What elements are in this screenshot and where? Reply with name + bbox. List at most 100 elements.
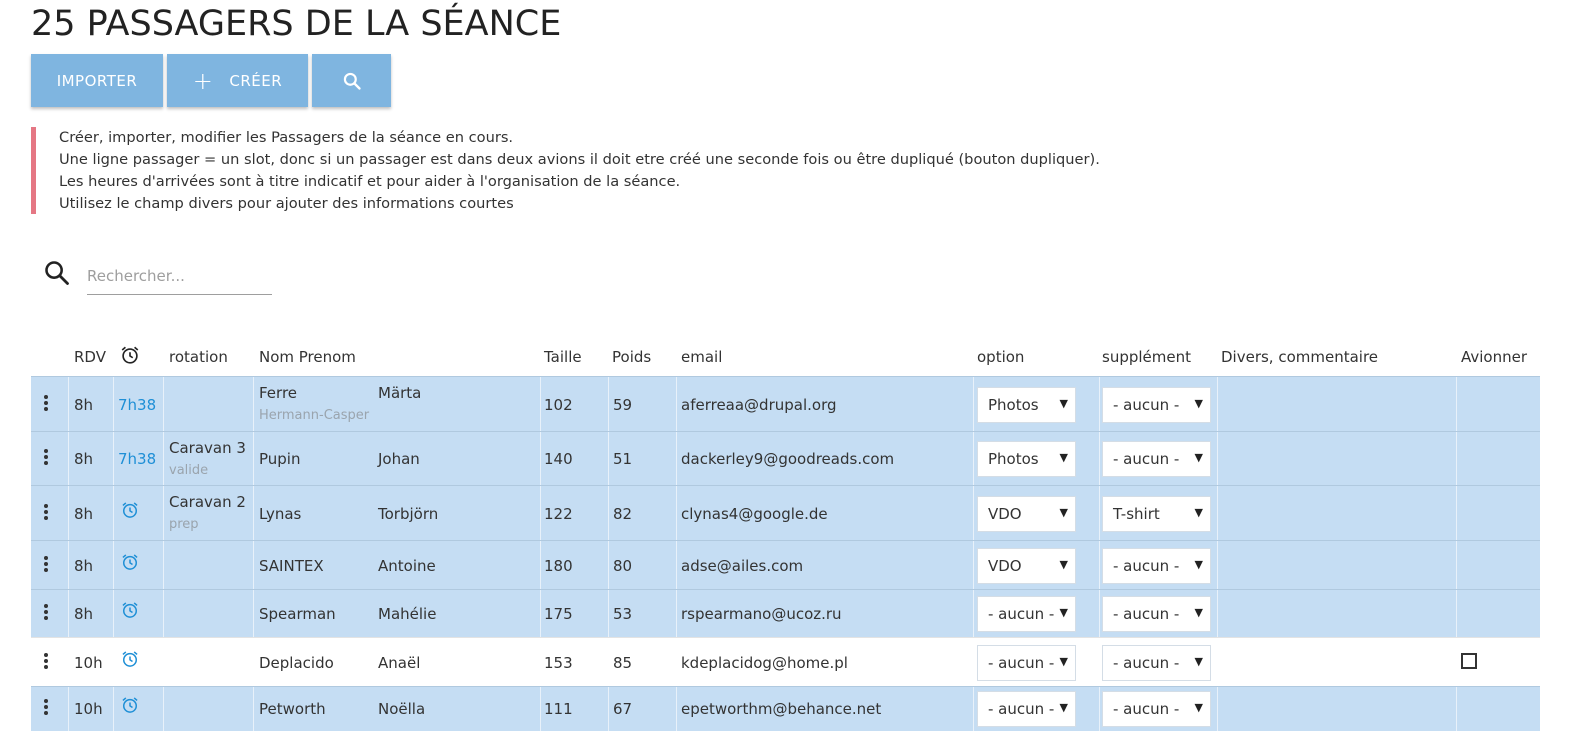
header-supplement[interactable]: supplément: [1102, 348, 1191, 366]
supplement-select[interactable]: - aucun - ▼: [1102, 386, 1211, 423]
alarm-clock-icon[interactable]: [120, 600, 140, 624]
column-separator: [253, 377, 254, 432]
dropdown-arrow-icon: ▼: [1194, 396, 1203, 410]
rotation-cell[interactable]: Caravan 2: [169, 493, 246, 511]
header-email[interactable]: email: [681, 348, 722, 366]
table-row[interactable]: 10h Deplacido Anaël 153 85 kdeplacidog@home.p…: [31, 637, 1540, 687]
column-separator: [676, 590, 677, 638]
supplement-select[interactable]: - aucun - ▼: [1102, 691, 1211, 727]
table-row[interactable]: 8h SAINTEX Antoine 180 80 adse@ailes.com VDO ▼ -…: [31, 540, 1540, 590]
last-name-cell: Ferre: [259, 384, 298, 402]
table-row[interactable]: 8h Spearman Mahélie 175 53 rspearmano@ucoz.ru…: [31, 589, 1540, 638]
header-poids[interactable]: Poids: [612, 348, 651, 366]
table-row[interactable]: 8h 7h38 Caravan 3 valide Pupin Johan 140 51 dack…: [31, 431, 1540, 486]
alarm-clock-icon: [121, 346, 139, 364]
column-separator: [973, 687, 974, 731]
column-separator: [1099, 590, 1100, 638]
column-separator: [1217, 541, 1218, 590]
dropdown-arrow-icon: ▼: [1194, 557, 1203, 571]
column-separator: [1217, 687, 1218, 731]
email-cell: dackerley9@goodreads.com: [681, 450, 895, 468]
search-input[interactable]: [87, 258, 272, 295]
first-name-cell: Anaël: [378, 653, 421, 672]
height-cell: 111: [544, 700, 573, 718]
import-label: IMPORTER: [56, 71, 138, 90]
rdv-cell: 10h: [74, 700, 103, 718]
header-divers[interactable]: Divers, commentaire: [1221, 348, 1378, 366]
row-menu-icon[interactable]: [44, 394, 50, 413]
row-menu-icon[interactable]: [44, 699, 50, 717]
alarm-clock-icon[interactable]: [120, 649, 140, 673]
column-separator: [163, 432, 164, 486]
supplement-select[interactable]: - aucun - ▼: [1102, 596, 1211, 632]
column-separator: [163, 687, 164, 731]
column-separator: [253, 486, 254, 541]
column-separator: [608, 590, 609, 638]
column-separator: [1217, 377, 1218, 432]
option-select[interactable]: VDO ▼: [977, 495, 1076, 532]
alarm-clock-icon[interactable]: [120, 695, 140, 719]
row-menu-icon[interactable]: [44, 449, 50, 467]
email-cell: adse@ailes.com: [681, 556, 804, 575]
column-separator: [608, 541, 609, 590]
option-select[interactable]: - aucun - ▼: [977, 596, 1076, 632]
create-label: CRÉER: [229, 71, 283, 90]
header-rotation[interactable]: rotation: [169, 348, 228, 366]
option-select[interactable]: - aucun - ▼: [977, 644, 1076, 681]
option-select[interactable]: - aucun - ▼: [977, 691, 1076, 727]
supplement-select[interactable]: - aucun - ▼: [1102, 547, 1211, 584]
info-line: Une ligne passager = un slot, donc si un…: [59, 151, 1100, 168]
column-separator: [973, 638, 974, 687]
row-menu-icon[interactable]: [44, 652, 50, 671]
supplement-select-value: - aucun -: [1113, 450, 1180, 468]
header-nom-prenom[interactable]: Nom Prenom: [259, 348, 356, 366]
arrival-time-link[interactable]: 7h38: [118, 450, 156, 468]
column-separator: [1099, 541, 1100, 590]
alarm-clock-icon[interactable]: [120, 552, 140, 576]
height-cell: 122: [544, 504, 573, 523]
arrival-time-link[interactable]: 7h38: [118, 396, 156, 414]
dropdown-arrow-icon: ▼: [1059, 701, 1068, 714]
supplement-select[interactable]: T-shirt ▼: [1102, 495, 1211, 532]
header-option[interactable]: option: [977, 348, 1024, 366]
import-button[interactable]: IMPORTER: [31, 54, 163, 107]
last-name-cell: Lynas: [259, 504, 302, 523]
dropdown-arrow-icon: ▼: [1059, 451, 1068, 464]
weight-cell: 85: [613, 653, 633, 672]
header-rdv[interactable]: RDV: [74, 348, 106, 366]
alarm-clock-icon[interactable]: [120, 500, 140, 524]
dropdown-arrow-icon: ▼: [1059, 505, 1068, 519]
supplement-select[interactable]: - aucun - ▼: [1102, 441, 1211, 477]
column-separator: [113, 590, 114, 638]
rdv-cell: 8h: [74, 605, 94, 623]
dropdown-arrow-icon: ▼: [1194, 505, 1203, 519]
row-menu-icon[interactable]: [44, 555, 50, 574]
row-menu-icon[interactable]: [44, 503, 50, 522]
table-row[interactable]: 8h Caravan 2 prep Lynas Torbjörn 122 82 clynas4…: [31, 485, 1540, 541]
header-avionner[interactable]: Avionner: [1461, 348, 1527, 366]
info-line: Utilisez le champ divers pour ajouter de…: [59, 195, 514, 212]
header-taille[interactable]: Taille: [544, 348, 582, 366]
search-button[interactable]: [312, 54, 391, 107]
avionner-checkbox[interactable]: [1461, 652, 1477, 669]
rotation-cell[interactable]: Caravan 3: [169, 439, 246, 457]
column-separator: [68, 541, 69, 590]
height-cell: 153: [544, 653, 573, 672]
option-select[interactable]: Photos ▼: [977, 386, 1076, 423]
option-select[interactable]: Photos ▼: [977, 441, 1076, 477]
column-separator: [1099, 432, 1100, 486]
column-separator: [540, 432, 541, 486]
column-separator: [1456, 590, 1457, 638]
last-name-cell: Pupin: [259, 450, 301, 468]
rdv-cell: 8h: [74, 556, 94, 575]
row-menu-icon[interactable]: [44, 604, 50, 622]
option-select[interactable]: VDO ▼: [977, 547, 1076, 584]
table-row[interactable]: 8h 7h38 Ferre Hermann-Casper Märta 102 59 aferr…: [31, 376, 1540, 432]
create-button[interactable]: + CRÉER: [167, 54, 308, 107]
last-name-cell: SAINTEX: [259, 556, 324, 575]
supplement-select[interactable]: - aucun - ▼: [1102, 644, 1211, 681]
table-row[interactable]: 10h Petworth Noëlla 111 67 epetworthm@behance…: [31, 686, 1540, 731]
column-separator: [608, 377, 609, 432]
column-separator: [253, 432, 254, 486]
column-separator: [973, 377, 974, 432]
